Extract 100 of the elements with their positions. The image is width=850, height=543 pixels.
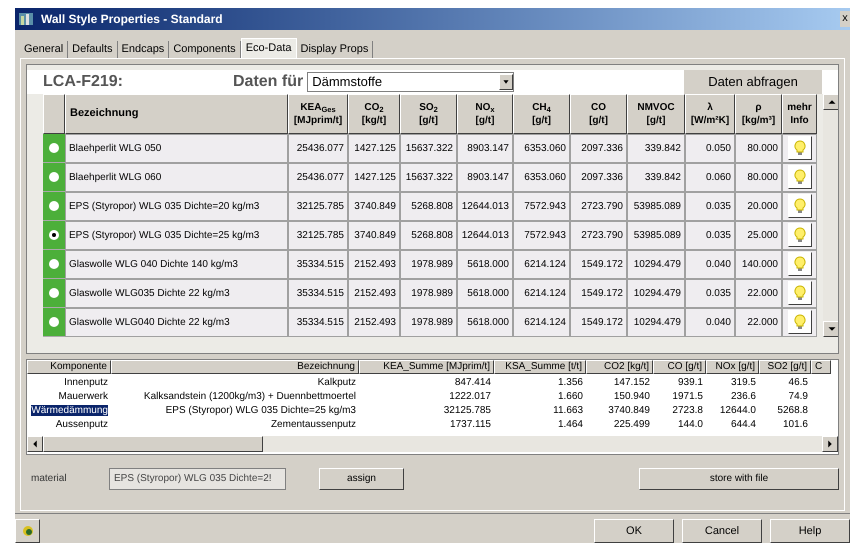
table-cell: 8903.147 xyxy=(457,162,513,192)
list-cell: Kalksandstein (1200kg/m3) + Duennbettmoertel xyxy=(144,390,356,402)
column-header: Bezeichnung xyxy=(111,360,359,374)
list-cell: Innenputz xyxy=(64,376,108,388)
table-cell: 10294.479 xyxy=(627,308,685,337)
column-header: λ [W/m²K] xyxy=(685,94,735,134)
table-cell: 15637.322 xyxy=(400,134,457,163)
radio-button[interactable] xyxy=(49,142,59,153)
info-button[interactable] xyxy=(788,310,812,334)
table-cell: Blaehperlit WLG 060 xyxy=(65,162,288,192)
material-label: material xyxy=(30,472,68,486)
table-cell: EPS (Styropor) WLG 035 Dichte=20 kg/m3 xyxy=(65,192,288,221)
dialog-button[interactable]: Help xyxy=(770,519,850,543)
table-cell: 1549.172 xyxy=(570,278,627,308)
table-cell: 25436.077 xyxy=(288,162,348,192)
table-cell: 6353.060 xyxy=(513,162,570,192)
dialog-button[interactable]: Cancel xyxy=(682,519,762,543)
radio-button[interactable] xyxy=(49,172,59,182)
table-cell: 8903.147 xyxy=(457,134,513,163)
info-button[interactable] xyxy=(788,136,812,160)
lightbulb-icon xyxy=(794,256,806,272)
column-header: CO$_{2}$ [kg/t] xyxy=(348,94,400,134)
table-cell: 2152.493 xyxy=(348,278,400,308)
table-cell: 6214.124 xyxy=(513,308,570,337)
column-header: NOx [g/t] xyxy=(706,360,759,374)
list-cell: 1737.115 xyxy=(450,418,491,430)
column-header: CO [g/t] xyxy=(653,360,706,374)
table-cell: 1549.172 xyxy=(570,308,627,337)
table-cell: 35334.515 xyxy=(288,278,348,308)
column-header: SO$_{2}$ [g/t] xyxy=(400,94,457,134)
table-cell: 339.842 xyxy=(627,162,685,192)
close-button[interactable]: x xyxy=(840,10,850,27)
list-cell: 1971.5 xyxy=(672,390,703,402)
table-cell: 1549.172 xyxy=(570,250,627,279)
table-cell: 6214.124 xyxy=(513,250,570,279)
horizontal-scrollbar[interactable] xyxy=(27,436,838,452)
info-button[interactable] xyxy=(788,252,812,276)
table-cell: 1427.125 xyxy=(348,134,400,163)
table-cell: 35334.515 xyxy=(288,250,348,279)
app-icon xyxy=(19,12,33,25)
list-cell: 11.663 xyxy=(553,404,583,416)
table-cell: 5618.000 xyxy=(457,278,513,308)
list-cell: 147.152 xyxy=(614,376,650,388)
lca-code: LCA-F219: xyxy=(43,72,124,92)
table-cell: Glaswolle WLG040 Dichte 22 kg/m3 xyxy=(65,308,288,337)
tab[interactable]: Eco-Data xyxy=(240,38,297,58)
scroll-thumb[interactable] xyxy=(43,436,263,452)
table-cell: 5618.000 xyxy=(457,250,513,279)
table-cell: 0.035 xyxy=(685,278,735,308)
radio-button[interactable] xyxy=(49,288,59,298)
table-cell: 35334.515 xyxy=(288,308,348,337)
lightbulb-icon xyxy=(794,285,806,302)
list-cell: EPS (Styropor) WLG 035 Dichte=25 kg/m3 xyxy=(166,404,356,416)
column-header: C xyxy=(811,360,831,374)
table-cell: 6353.060 xyxy=(513,134,570,163)
radio-button[interactable] xyxy=(49,230,59,240)
table-cell: 0.040 xyxy=(685,308,735,337)
table-cell: 32125.785 xyxy=(288,192,348,221)
material-field[interactable]: EPS (Styropor) WLG 035 Dichte=2! xyxy=(109,468,286,490)
list-cell: 939.1 xyxy=(678,376,703,388)
list-cell: 32125.785 xyxy=(444,404,491,416)
vertical-scrollbar[interactable] xyxy=(823,94,838,337)
help-icon-button[interactable] xyxy=(15,519,40,543)
column-header: Bezeichnung xyxy=(65,94,288,134)
table-cell: 53985.089 xyxy=(627,192,685,221)
window-title: Wall Style Properties - Standard xyxy=(41,10,223,28)
table-cell: 1978.989 xyxy=(400,278,457,308)
info-button[interactable] xyxy=(788,165,812,190)
table-cell: 2152.493 xyxy=(348,308,400,337)
table-cell: 10294.479 xyxy=(627,250,685,279)
radio-button[interactable] xyxy=(49,200,59,211)
data-for-label: Daten für xyxy=(233,72,304,92)
list-cell: Wärmedämmung xyxy=(31,404,108,416)
info-button[interactable] xyxy=(788,194,812,218)
table-cell: 1978.989 xyxy=(400,250,457,279)
store-with-file-button[interactable]: store with file xyxy=(639,468,839,490)
table-cell: 15637.322 xyxy=(400,162,457,192)
lightbulb-icon xyxy=(794,227,806,244)
category-dropdown[interactable]: Dämmstoffe xyxy=(307,72,514,92)
assign-button[interactable]: assign xyxy=(319,468,404,490)
table-cell: 25.000 xyxy=(735,220,782,250)
list-cell: 644.4 xyxy=(730,418,756,430)
query-data-button[interactable]: Daten abfragen xyxy=(684,70,822,94)
table-cell: 7572.943 xyxy=(513,220,570,250)
table-cell: 22.000 xyxy=(735,308,782,337)
table-cell: 5268.808 xyxy=(400,192,457,221)
radio-button[interactable] xyxy=(49,258,59,269)
scroll-down-icon xyxy=(823,320,838,337)
radio-button[interactable] xyxy=(49,316,59,327)
list-cell: Kalkputz xyxy=(318,376,356,388)
table-cell: 2097.336 xyxy=(570,134,627,163)
column-header: mehr Info xyxy=(782,94,817,134)
table-cell: 0.040 xyxy=(685,250,735,279)
table-cell: 6214.124 xyxy=(513,278,570,308)
info-button[interactable] xyxy=(788,281,812,306)
info-button[interactable] xyxy=(788,223,812,248)
table-cell: 12644.013 xyxy=(457,192,513,221)
dialog-button[interactable]: OK xyxy=(594,519,674,543)
column-header: NMVOC [g/t] xyxy=(627,94,685,134)
list-cell: Mauerwerk xyxy=(58,390,108,402)
